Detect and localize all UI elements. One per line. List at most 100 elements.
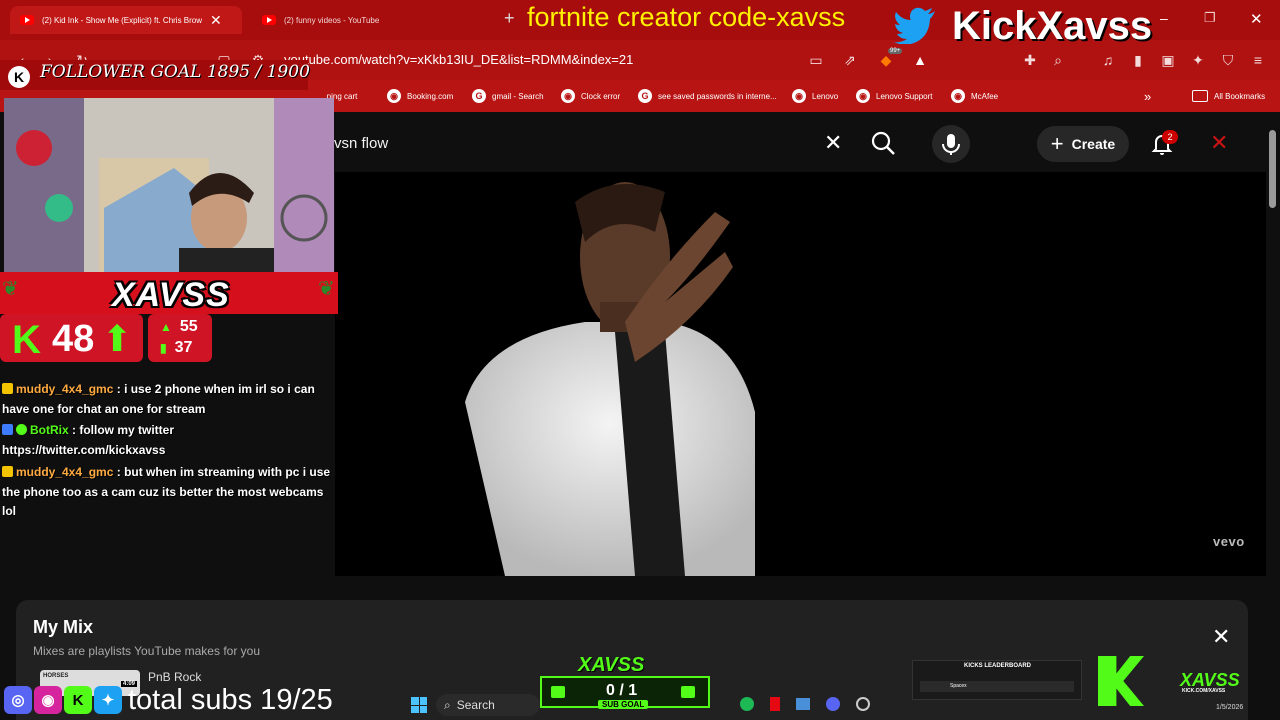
wallet-icon[interactable]: ▣: [1158, 50, 1178, 70]
window-close-icon[interactable]: ✕: [1250, 10, 1263, 28]
share-icon[interactable]: ⇗: [840, 50, 860, 70]
bookmark-gmail[interactable]: Ggmail - Search: [472, 87, 544, 105]
social-icons: ◎ ◉ K ✦: [4, 686, 122, 714]
chat-message: muddy_4x4_gmc : i use 2 phone when im ir…: [2, 382, 315, 416]
arrow-up-icon: ⬆: [102, 318, 133, 359]
notification-badge: 2: [1162, 130, 1178, 144]
search-input[interactable]: vsn flow: [334, 135, 388, 152]
globe-icon: ◉: [387, 89, 401, 103]
create-button[interactable]: + Create: [1037, 126, 1129, 162]
kicks-count: 48: [52, 318, 95, 360]
twitter-icon: ✦: [94, 686, 122, 714]
tab-kid-ink[interactable]: (2) Kid Ink - Show Me (Explicit) ft. Chr…: [10, 6, 242, 34]
taskbar-date: 1/5/2026: [1216, 704, 1244, 711]
folder-icon: [1192, 90, 1208, 102]
extensions-icon[interactable]: ✚: [1020, 50, 1040, 70]
bookmark-mcafee[interactable]: ◉ McAfee: [951, 87, 998, 105]
windows-start-icon[interactable]: [411, 697, 427, 713]
close-mix-icon[interactable]: ✕: [1212, 624, 1230, 650]
person-icon: ▲: [160, 320, 172, 334]
chat-message: muddy_4x4_gmc : but when im streaming wi…: [2, 465, 331, 518]
kick-icon: K: [64, 686, 92, 714]
verified-badge-icon: [16, 424, 27, 435]
bookmark-saved-passwords[interactable]: Gsee saved passwords in interne...: [638, 87, 777, 105]
gift-icon: [551, 686, 565, 698]
youtube-icon: [262, 15, 276, 25]
search-icon[interactable]: [866, 128, 900, 158]
tab-label: (2) Kid Ink - Show Me (Explicit) ft. Chr…: [42, 15, 203, 25]
vevo-watermark: vevo: [1213, 534, 1245, 549]
discord-icon: ◎: [4, 686, 32, 714]
webcam-feed: [4, 98, 334, 274]
cast-icon[interactable]: ▭: [806, 50, 826, 70]
settings-icon[interactable]: [856, 697, 870, 711]
creator-code-text: fortnite creator code-xavss: [527, 2, 846, 32]
mix-title: My Mix: [33, 617, 94, 637]
holly-icon: ❦: [318, 278, 335, 300]
video-frame: [465, 182, 755, 576]
menu-icon[interactable]: ≡: [1248, 50, 1268, 70]
sidebar-icon[interactable]: ▮: [1128, 50, 1148, 70]
sub-goal-count: 0 / 1: [606, 682, 638, 699]
streamer-name: XAVSS: [112, 276, 230, 314]
rewards-icon[interactable]: ▲: [910, 50, 930, 70]
spotify-icon[interactable]: [740, 697, 754, 711]
leaderboard-row: Spacex: [920, 681, 1074, 692]
globe-icon: ◉: [792, 89, 806, 103]
notification-count: 99+: [888, 48, 903, 54]
follower-goal-text: FOLLOWER GOAL 1895 / 1900: [40, 62, 310, 82]
webcam-frame: [4, 98, 334, 274]
stat-top: ▲ 55: [160, 318, 198, 335]
close-icon[interactable]: ✕: [210, 12, 222, 29]
close-icon[interactable]: ✕: [1210, 130, 1228, 156]
gift-icon: [681, 686, 695, 698]
discord-taskbar-icon[interactable]: [826, 697, 840, 711]
google-icon: G: [638, 89, 652, 103]
mix-subtitle: Mixes are playlists YouTube makes for yo…: [33, 644, 260, 658]
leaderboard-title: KICKS LEADERBOARD: [964, 663, 1032, 669]
bookmark-booking[interactable]: ◉ Booking.com: [387, 87, 453, 105]
voice-search-button[interactable]: [932, 125, 970, 163]
vpn-icon[interactable]: ⛉: [1218, 50, 1238, 70]
bar-chart-icon: ▮: [160, 341, 167, 355]
holly-icon: ❦: [2, 278, 19, 300]
mix-item-title[interactable]: PnB Rock: [148, 670, 201, 684]
tab-funny-videos[interactable]: (2) funny videos - YouTube: [252, 6, 452, 34]
google-icon: G: [472, 89, 486, 103]
music-icon[interactable]: ♫: [1098, 50, 1118, 70]
chat-message: BotRix : follow my twitter https://twitt…: [2, 423, 175, 457]
youtube-icon: [20, 15, 34, 25]
stat-bottom: ▮ 37: [160, 339, 193, 356]
crown-badge-icon: [2, 383, 13, 394]
globe-icon: ◉: [856, 89, 870, 103]
globe-icon: ◉: [561, 89, 575, 103]
bot-badge-icon: [2, 424, 13, 435]
plus-icon: +: [1050, 131, 1064, 156]
crown-badge-icon: [2, 466, 13, 477]
clear-search-icon[interactable]: ✕: [824, 130, 842, 156]
bookmark-clock-error[interactable]: ◉ Clock error: [561, 87, 620, 105]
video-player[interactable]: [335, 172, 1266, 576]
tab-label: (2) funny videos - YouTube: [284, 15, 380, 25]
microphone-icon: [942, 134, 960, 155]
url-field[interactable]: youtube.com/watch?v=xKkb13IU_DE&list=RDM…: [284, 52, 633, 67]
bookmark-lenovo[interactable]: ◉ Lenovo: [792, 87, 838, 105]
sub-goal-label: SUB GOAL: [598, 700, 649, 709]
new-tab-icon[interactable]: +: [504, 8, 515, 29]
more-bookmarks-icon[interactable]: »: [1144, 87, 1151, 105]
search-icon: ⌕: [444, 697, 451, 712]
bookmark-lenovo-support[interactable]: ◉ Lenovo Support: [856, 87, 933, 105]
minimize-icon[interactable]: –: [1160, 10, 1168, 26]
taskbar-search[interactable]: ⌕ Search: [436, 694, 540, 716]
netflix-icon[interactable]: [770, 697, 780, 711]
leo-icon[interactable]: ✦: [1188, 50, 1208, 70]
all-bookmarks[interactable]: All Bookmarks: [1192, 87, 1265, 105]
screenshot-icon[interactable]: ⌕: [1048, 50, 1068, 70]
file-explorer-icon[interactable]: [796, 698, 810, 710]
globe-icon: ◉: [951, 89, 965, 103]
total-subs-text: total subs 19/25: [128, 684, 333, 716]
instagram-icon: ◉: [34, 686, 62, 714]
restore-icon[interactable]: ❐: [1204, 10, 1216, 26]
brand-url: KICK.COM/XAVSS: [1182, 688, 1226, 694]
scrollbar-thumb[interactable]: [1269, 130, 1276, 208]
